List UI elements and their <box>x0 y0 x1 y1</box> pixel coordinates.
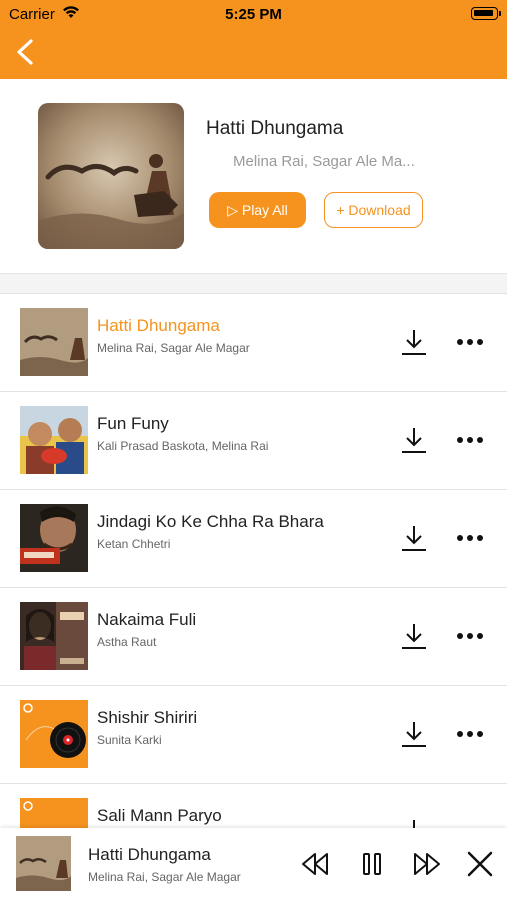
close-icon[interactable] <box>466 850 494 878</box>
song-artist: Sunita Karki <box>97 733 162 747</box>
download-all-button[interactable]: + Download <box>324 192 423 228</box>
album-title: Hatti Dhungama <box>206 118 344 139</box>
song-artwork <box>20 308 88 376</box>
list-item[interactable]: Fun Funy Kali Prasad Baskota, Melina Rai <box>0 392 507 490</box>
song-artist: Astha Raut <box>97 635 157 649</box>
more-icon[interactable] <box>456 432 484 448</box>
list-item[interactable]: Jindagi Ko Ke Chha Ra Bhara Ketan Chhetr… <box>0 490 507 588</box>
download-icon[interactable] <box>401 524 427 552</box>
list-item[interactable]: Nakaima Fuli Astha Raut <box>0 588 507 686</box>
list-item[interactable]: Shishir Shiriri Sunita Karki <box>0 686 507 784</box>
battery-icon <box>471 7 501 20</box>
song-artwork <box>20 602 88 670</box>
list-item[interactable]: Hatti Dhungama Melina Rai, Sagar Ale Mag… <box>0 294 507 392</box>
song-title: Fun Funy <box>97 414 169 433</box>
more-icon[interactable] <box>456 628 484 644</box>
song-title: Sali Mann Paryo <box>97 806 222 825</box>
now-playing-artwork <box>16 836 71 891</box>
status-time: 5:25 PM <box>225 6 282 23</box>
song-artwork <box>20 504 88 572</box>
status-bar: Carrier 5:25 PM <box>0 0 507 28</box>
back-icon[interactable] <box>10 36 40 68</box>
download-icon[interactable] <box>401 328 427 356</box>
song-artist: Melina Rai, Sagar Ale Magar <box>97 341 250 355</box>
more-icon[interactable] <box>456 334 484 350</box>
more-icon[interactable] <box>456 726 484 742</box>
now-playing-artist: Melina Rai, Sagar Ale Magar <box>88 870 241 884</box>
album-artists: Melina Rai, Sagar Ale Ma... <box>233 153 415 170</box>
more-icon[interactable] <box>456 530 484 546</box>
song-title: Shishir Shiriri <box>97 708 198 727</box>
song-artist: Ketan Chhetri <box>97 537 171 551</box>
section-divider <box>0 273 507 294</box>
now-playing-title: Hatti Dhungama <box>88 845 211 864</box>
pause-icon[interactable] <box>360 850 384 878</box>
app-header: Carrier 5:25 PM <box>0 0 507 79</box>
song-artist: Kali Prasad Baskota, Melina Rai <box>97 439 269 453</box>
song-artwork <box>20 406 88 474</box>
album-cover <box>38 103 184 249</box>
song-title: Hatti Dhungama <box>97 316 220 335</box>
song-artwork <box>20 700 88 768</box>
fast-forward-icon[interactable] <box>412 850 442 878</box>
song-title: Jindagi Ko Ke Chha Ra Bhara <box>97 512 324 531</box>
download-icon[interactable] <box>401 720 427 748</box>
download-icon[interactable] <box>401 622 427 650</box>
play-all-button[interactable]: ▷ Play All <box>209 192 306 228</box>
rewind-icon[interactable] <box>300 850 330 878</box>
download-icon[interactable] <box>401 426 427 454</box>
album-header: Hatti Dhungama Melina Rai, Sagar Ale Ma.… <box>0 79 507 274</box>
song-title: Nakaima Fuli <box>97 610 197 629</box>
now-playing-bar[interactable]: Hatti Dhungama Melina Rai, Sagar Ale Mag… <box>0 828 507 900</box>
